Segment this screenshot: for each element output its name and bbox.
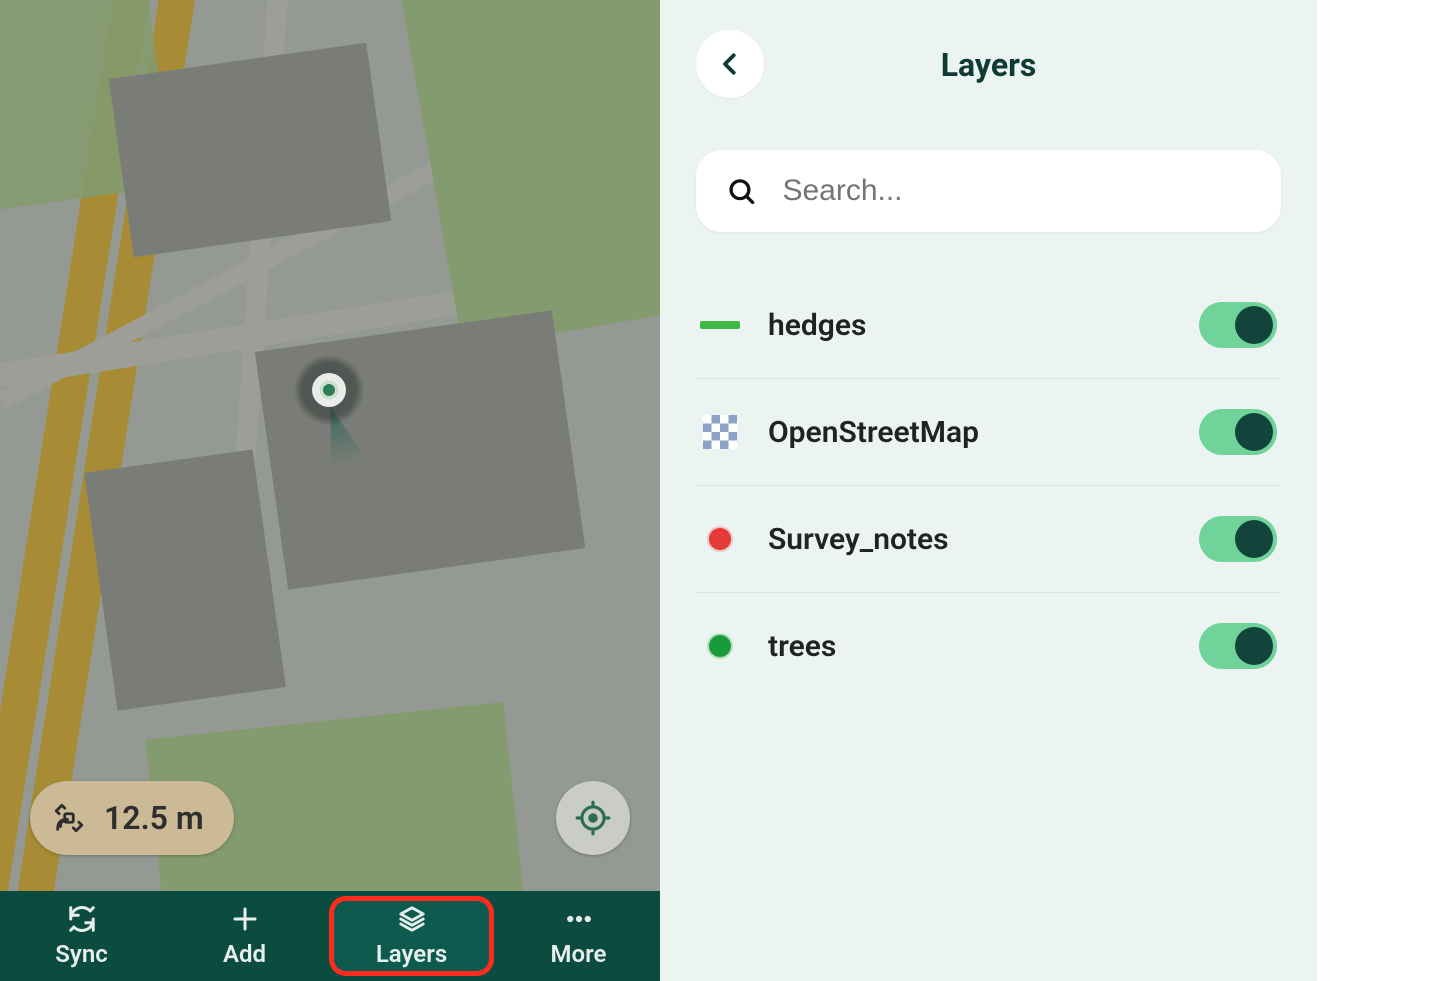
blank-margin [1317, 0, 1447, 981]
satellite-icon [52, 801, 86, 835]
layer-toggle[interactable] [1199, 623, 1277, 669]
line-icon [700, 305, 740, 345]
recenter-button[interactable] [556, 781, 630, 855]
layer-toggle[interactable] [1199, 516, 1277, 562]
gps-accuracy-value: 12.5 m [104, 799, 204, 837]
bottom-nav: Sync Add Layers More [0, 891, 660, 981]
plus-icon [230, 904, 260, 934]
nav-layers-label: Layers [376, 940, 447, 968]
nav-layers[interactable]: Layers [330, 897, 493, 975]
layer-name: Survey_notes [768, 522, 1171, 557]
nav-sync[interactable]: Sync [0, 891, 163, 981]
sync-icon [67, 904, 97, 934]
layer-row[interactable]: hedges [696, 272, 1281, 379]
map-view[interactable]: 12.5 m Sync Add [0, 0, 660, 981]
nav-more[interactable]: More [497, 891, 660, 981]
layer-toggle[interactable] [1199, 302, 1277, 348]
current-location-marker [294, 355, 364, 425]
point-red-icon [700, 519, 740, 559]
back-button[interactable] [696, 30, 764, 98]
layer-toggle[interactable] [1199, 409, 1277, 455]
layer-row[interactable]: Survey_notes [696, 486, 1281, 593]
point-green-icon [700, 626, 740, 666]
layer-row[interactable]: OpenStreetMap [696, 379, 1281, 486]
search-input[interactable] [780, 173, 1251, 209]
nav-more-label: More [551, 940, 607, 968]
layer-list: hedges OpenStreetMap Survey_notes [696, 272, 1281, 699]
layers-panel: Layers hedges OpenStree [660, 0, 1317, 981]
panel-title: Layers [941, 46, 1037, 84]
chevron-left-icon [715, 49, 745, 79]
search-field[interactable] [696, 150, 1281, 232]
layer-name: hedges [768, 308, 1171, 343]
raster-icon [700, 412, 740, 452]
layer-name: trees [768, 629, 1171, 664]
layer-name: OpenStreetMap [768, 415, 1171, 450]
nav-sync-label: Sync [55, 940, 108, 968]
layer-row[interactable]: trees [696, 593, 1281, 699]
nav-add[interactable]: Add [163, 891, 326, 981]
search-icon [726, 174, 756, 208]
layers-icon [397, 904, 427, 934]
nav-add-label: Add [223, 940, 266, 968]
crosshair-icon [574, 799, 612, 837]
gps-accuracy-badge[interactable]: 12.5 m [30, 781, 234, 855]
more-icon [564, 904, 594, 934]
